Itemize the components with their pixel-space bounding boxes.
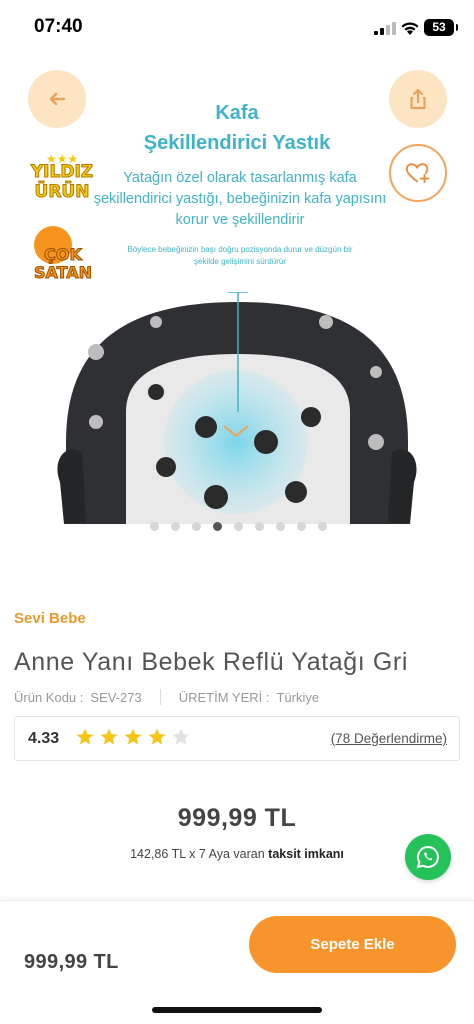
whatsapp-icon xyxy=(416,845,439,869)
hero-small-text: Böylece bebeğinizin başı doğru pozisyond… xyxy=(127,245,353,266)
brand-link[interactable]: Sevi Bebe xyxy=(14,610,86,627)
rating-stars xyxy=(75,727,191,747)
carousel-dot[interactable] xyxy=(192,522,201,531)
whatsapp-button[interactable] xyxy=(405,834,451,880)
add-to-cart-button[interactable]: Sepete Ekle xyxy=(249,916,456,973)
rating-box: 4.33 (78 Değerlendirme) xyxy=(14,716,460,761)
carousel-dot[interactable] xyxy=(297,522,306,531)
installment-info: 142,86 TL x 7 Aya varan taksit imkanı xyxy=(0,847,474,861)
hero-description: Yatağın özel olarak tasarlanmış kafa şek… xyxy=(93,170,387,228)
meta-divider xyxy=(159,689,161,705)
installment-text: 142,86 TL x 7 Aya varan xyxy=(130,847,265,861)
reviews-link[interactable]: (78 Değerlendirme) xyxy=(331,731,447,746)
origin-label: ÜRETİM YERİ : xyxy=(178,689,270,705)
product-code-value: SEV-273 xyxy=(90,689,142,705)
star-icon xyxy=(100,728,118,745)
bottom-price: 999,99 TL xyxy=(24,951,119,973)
heart-plus-icon xyxy=(405,163,430,184)
star-icon xyxy=(76,728,94,745)
star-icon xyxy=(124,728,142,745)
installment-highlight: taksit imkanı xyxy=(268,847,344,861)
carousel-dot[interactable] xyxy=(255,522,264,531)
product-price: 999,99 TL xyxy=(177,804,297,832)
status-bar: 07:40 53 xyxy=(0,0,474,56)
carousel-dot[interactable] xyxy=(318,522,327,531)
star-icon xyxy=(172,728,190,745)
product-title: Anne Yanı Bebek Reflü Yatağı Gri xyxy=(14,648,408,676)
star-product-badge: ★★★ YILDIZ ÜRÜN xyxy=(28,148,96,212)
product-image xyxy=(57,292,417,524)
carousel-dot[interactable] xyxy=(171,522,180,531)
origin-value: Türkiye xyxy=(276,689,320,705)
carousel-dot-active[interactable] xyxy=(213,522,222,531)
carousel-dots[interactable] xyxy=(150,522,327,532)
battery-indicator: 53 xyxy=(424,19,458,36)
rating-value: 4.33 xyxy=(28,730,60,747)
cellular-signal-icon xyxy=(374,22,396,35)
product-code-label: Ürün Kodu : xyxy=(14,689,84,705)
hero-title: Kafa xyxy=(215,102,259,124)
bottom-purchase-bar: 999,99 TL Sepete Ekle xyxy=(0,900,474,1024)
carousel-dot[interactable] xyxy=(234,522,243,531)
carousel-dot[interactable] xyxy=(276,522,285,531)
wifi-icon xyxy=(401,22,419,35)
home-indicator[interactable] xyxy=(152,1007,322,1013)
carousel-dot[interactable] xyxy=(150,522,159,531)
best-seller-badge: ÇOK SATAN xyxy=(28,226,98,296)
status-time: 07:40 xyxy=(34,16,83,37)
product-meta: Ürün Kodu : SEV-273 ÜRETİM YERİ : Türkiy… xyxy=(14,689,319,705)
star-icon xyxy=(148,728,166,745)
product-image-carousel[interactable]: Kafa Şekillendirici Yastık Yatağın özel … xyxy=(0,56,474,526)
